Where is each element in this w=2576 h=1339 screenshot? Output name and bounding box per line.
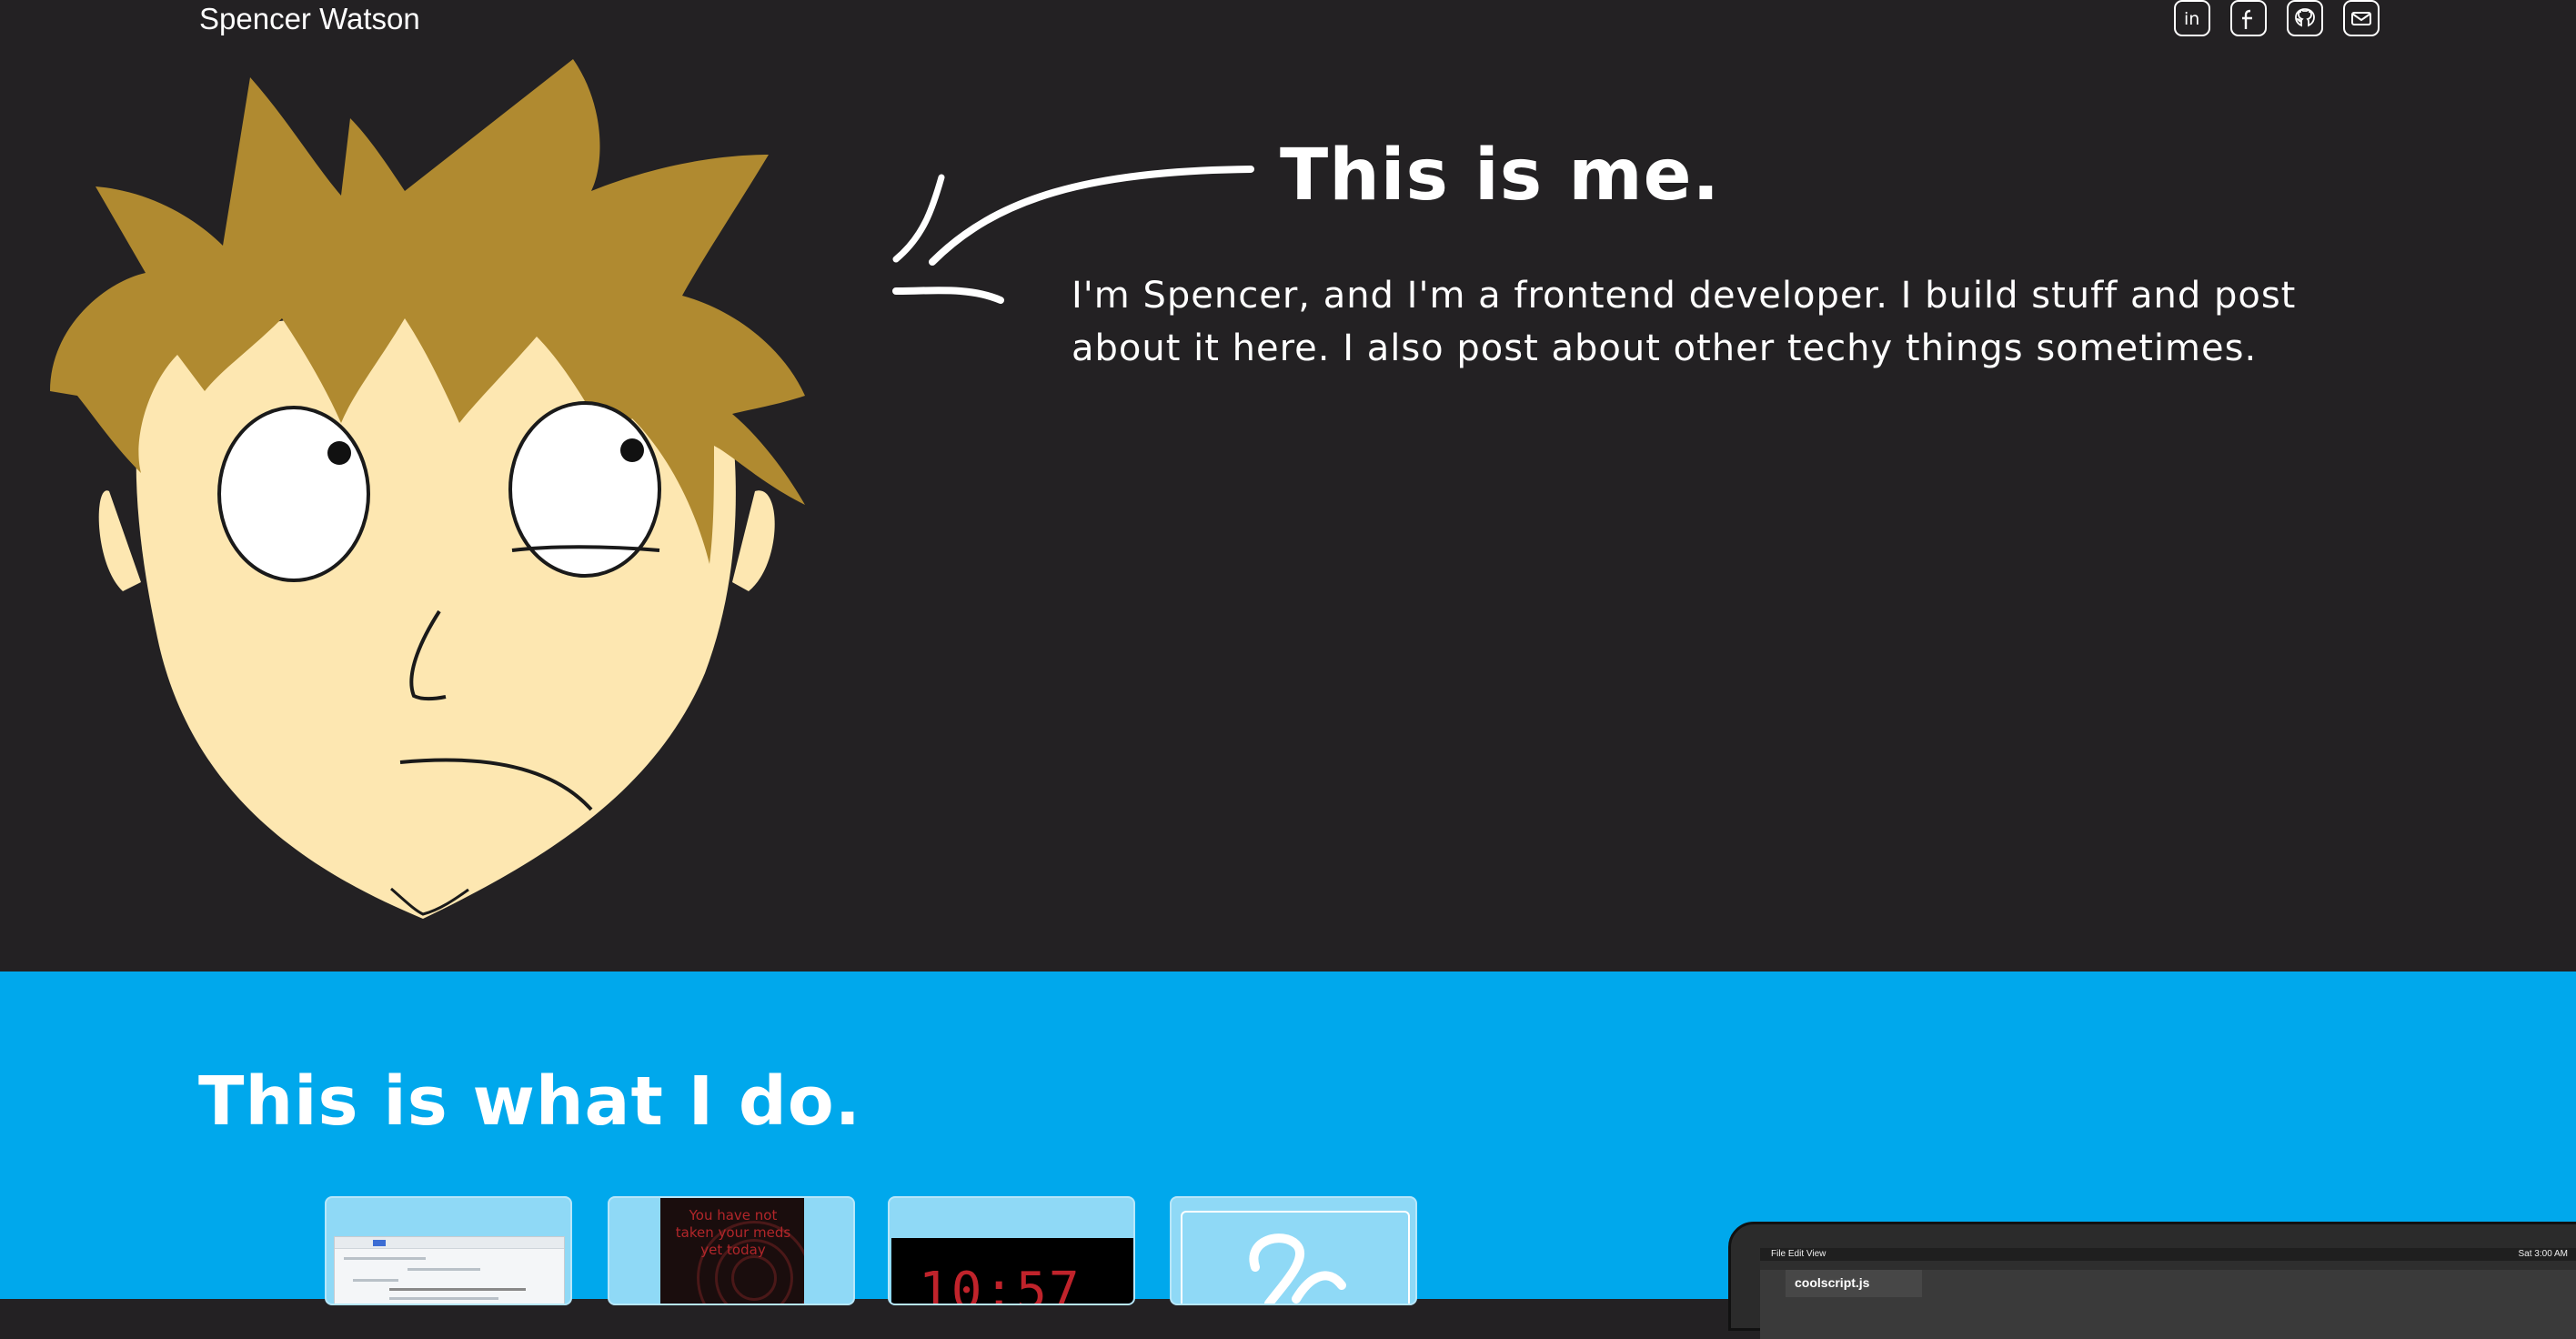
- hero-section: This is me. I'm Spencer, and I'm a front…: [0, 0, 2576, 972]
- meds-reminder-text: You have not taken your meds yet today: [675, 1207, 791, 1258]
- left-pupil: [327, 441, 351, 465]
- project-card-1[interactable]: [325, 1196, 572, 1305]
- project-card-4[interactable]: [1170, 1196, 1417, 1305]
- logo-swirl-icon: [1249, 1233, 1346, 1304]
- github-icon[interactable]: [2287, 0, 2323, 36]
- menubar-clock: Sat 3:00 AM: [2518, 1249, 2568, 1259]
- project-screenshot-1: [334, 1236, 565, 1304]
- project-screenshot-4: [1181, 1211, 1410, 1304]
- left-eye: [217, 406, 370, 582]
- right-pupil: [620, 438, 644, 462]
- linkedin-icon[interactable]: in: [2174, 0, 2210, 36]
- svg-text:in: in: [2184, 9, 2199, 29]
- project-card-2[interactable]: You have not taken your meds yet today: [608, 1196, 855, 1305]
- hero-intro-text: I'm Spencer, and I'm a frontend develope…: [1072, 275, 2297, 369]
- hero-title: This is me.: [1280, 135, 1721, 216]
- editor-toolbar: [1760, 1261, 2576, 1270]
- project-card-3[interactable]: 10:57: [888, 1196, 1135, 1305]
- laptop-illustration: File Edit View Sat 3:00 AM coolscript.js: [1728, 1222, 2576, 1339]
- social-links: in: [2174, 0, 2380, 44]
- right-ear: [732, 490, 775, 591]
- left-ear: [98, 490, 141, 591]
- editor-file-tab: coolscript.js: [1786, 1270, 1922, 1297]
- email-icon[interactable]: [2343, 0, 2380, 36]
- site-name-link[interactable]: Spencer Watson: [199, 2, 420, 36]
- menubar-menus: File Edit View: [1771, 1249, 1826, 1259]
- work-section-title: This is what I do.: [198, 1062, 861, 1141]
- avatar-illustration: [50, 59, 805, 919]
- project-screenshot-2: You have not taken your meds yet today: [660, 1198, 804, 1304]
- top-navigation: Spencer Watson in: [0, 0, 2576, 55]
- laptop-menubar: File Edit View Sat 3:00 AM: [1760, 1248, 2576, 1261]
- facebook-icon[interactable]: [2230, 0, 2267, 36]
- project-screenshot-3: 10:57: [891, 1238, 1133, 1304]
- pointing-arrow-curve: [929, 166, 1254, 266]
- work-section: This is what I do. You have not taken yo…: [0, 972, 2576, 1339]
- laptop-screen: File Edit View Sat 3:00 AM coolscript.js: [1760, 1248, 2576, 1339]
